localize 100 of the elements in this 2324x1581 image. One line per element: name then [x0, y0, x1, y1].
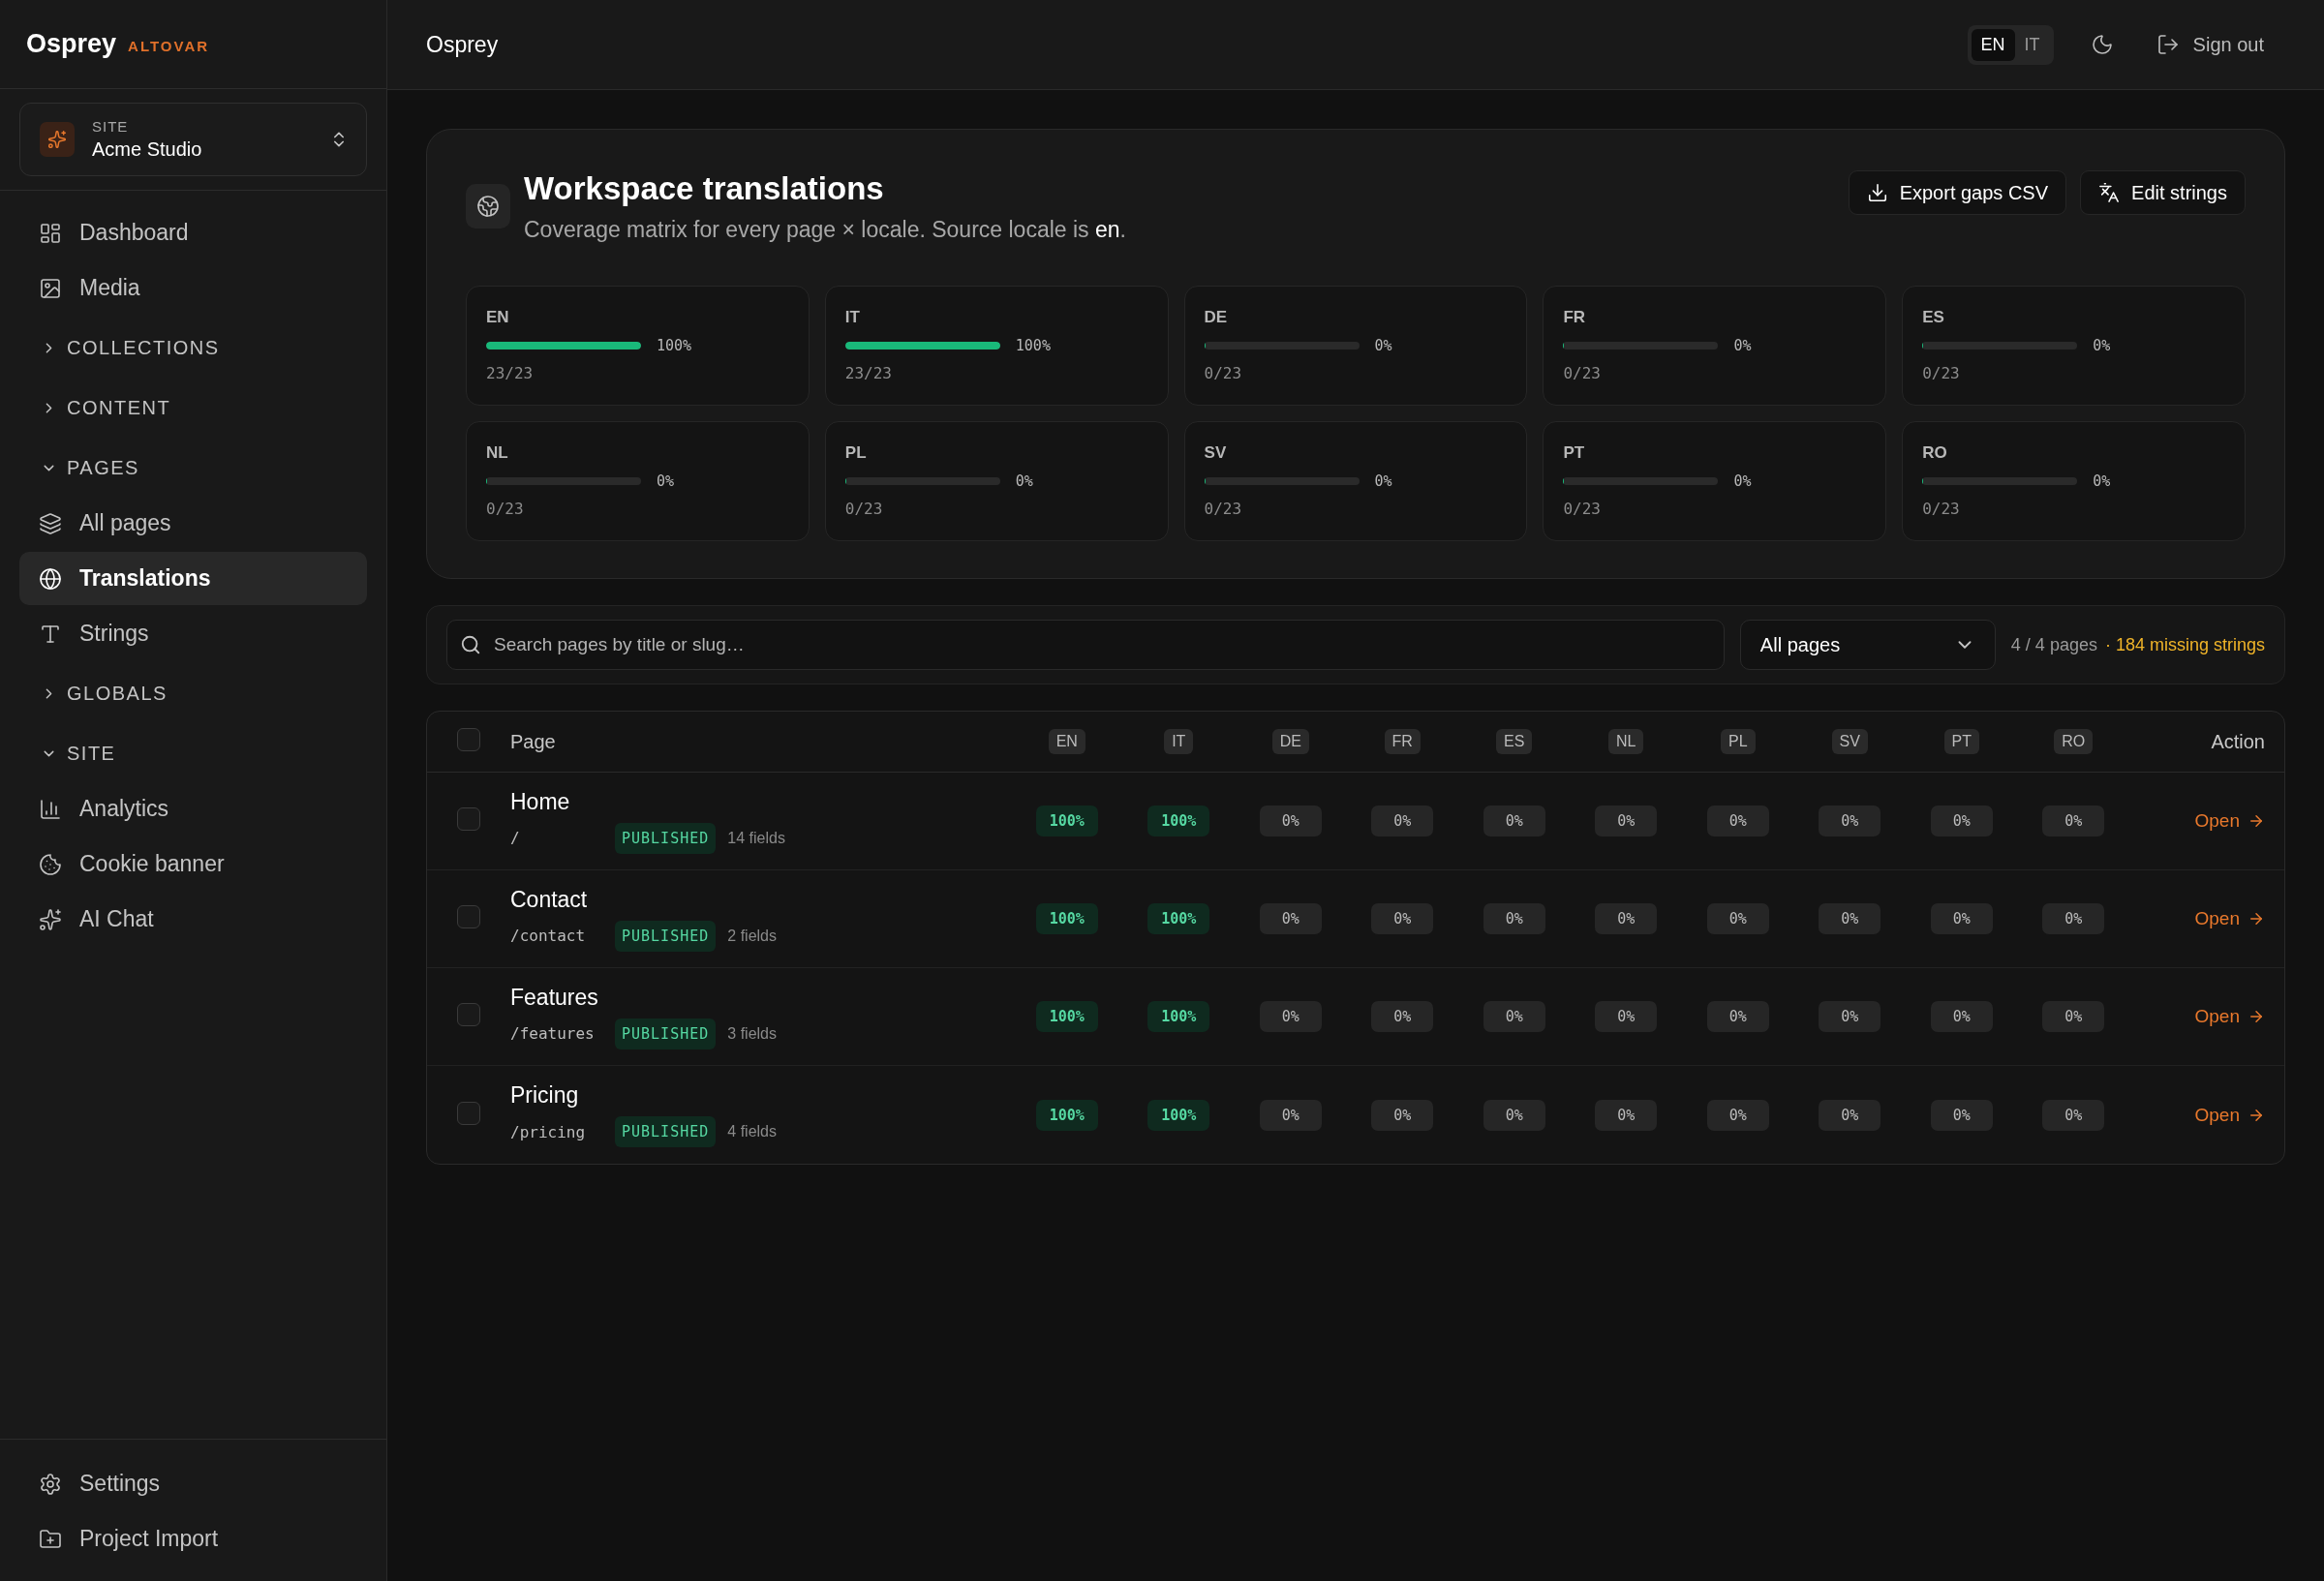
column-header: SV [1831, 729, 1868, 754]
checkbox[interactable] [457, 727, 480, 751]
image-icon [39, 276, 62, 300]
coverage-badge: 100% [1035, 903, 1098, 934]
column-header: Action [2129, 712, 2284, 773]
coverage-badge: 0% [2042, 1001, 2105, 1032]
field-count: 3 fields [727, 1024, 777, 1043]
export-button[interactable]: Export gaps CSV [1848, 170, 2067, 215]
nav-item[interactable]: Project Import [19, 1512, 367, 1566]
coverage-badge: 0% [1259, 903, 1322, 934]
coverage-badge: 0% [1819, 806, 1881, 836]
coverage-badge: 0% [1819, 1099, 1881, 1131]
arrow-right-icon [2248, 910, 2265, 927]
coverage-badge: 0% [1483, 806, 1545, 836]
nav-section[interactable]: PAGES [19, 437, 367, 495]
language-option[interactable]: IT [2014, 28, 2050, 61]
nav-item[interactable]: Media [19, 261, 367, 315]
sign-out-button[interactable]: Sign out [2150, 27, 2270, 62]
coverage-badge: 0% [1930, 806, 1993, 836]
column-header: NL [1608, 729, 1644, 754]
nav-item[interactable]: Translations [19, 552, 367, 605]
brand-tag: ALTOVAR [128, 38, 210, 54]
nav-item[interactable]: Analytics [19, 782, 367, 836]
field-count: 14 fields [727, 829, 785, 847]
open-link[interactable]: Open [2194, 810, 2265, 832]
nav-item[interactable]: Strings [19, 607, 367, 660]
nav-item[interactable]: Dashboard [19, 206, 367, 259]
page-filter-dropdown[interactable]: All pages [1739, 620, 1996, 670]
checkbox[interactable] [457, 905, 480, 928]
locale-code: PT [1563, 443, 1586, 463]
status-badge: PUBLISHED [615, 1018, 717, 1049]
coverage-badge: 100% [1147, 1099, 1210, 1131]
count-label: 23/23 [486, 364, 535, 382]
panel-title: Workspace translations [524, 170, 885, 207]
coverage-badge: 0% [1819, 903, 1881, 934]
coverage-badge: 0% [1259, 1099, 1322, 1131]
brand-name: Osprey [26, 29, 117, 59]
locale-code: ES [1922, 308, 1945, 327]
edit-button[interactable]: Edit strings [2080, 170, 2246, 215]
count-label: 0/23 [1204, 364, 1243, 382]
site-switcher[interactable]: SITE Acme Studio [19, 103, 367, 176]
coverage-badge: 0% [1483, 903, 1545, 934]
sparkles-icon [39, 907, 62, 931]
coverage-badge: 0% [1483, 1099, 1545, 1131]
column-header: FR [1384, 729, 1421, 754]
nav-item[interactable]: Cookie banner [19, 837, 367, 891]
open-link[interactable]: Open [2194, 1006, 2265, 1027]
coverage-badge: 0% [1930, 903, 1993, 934]
column-header: ES [1496, 729, 1533, 754]
page-count: 4 / 4 pages [2010, 634, 2097, 655]
search-field[interactable]: Search pages by title or slug… [446, 620, 1725, 670]
coverage-badge: 100% [1147, 1001, 1210, 1032]
nav-section[interactable]: GLOBALS [19, 662, 367, 720]
column-header: DE [1271, 729, 1309, 754]
percent-label: 0% [1374, 337, 1392, 354]
nav-section[interactable]: CONTENT [19, 377, 367, 435]
nav-section[interactable]: SITE [19, 722, 367, 780]
column-header: IT [1164, 729, 1194, 754]
coverage-badge: 0% [1595, 806, 1658, 836]
nav-item[interactable]: Settings [19, 1457, 367, 1510]
locale-code: DE [1204, 308, 1229, 327]
open-link[interactable]: Open [2194, 1104, 2265, 1126]
coverage-badge: 100% [1035, 806, 1098, 836]
coverage-badge: 0% [1595, 903, 1658, 934]
percent-label: 0% [2093, 472, 2111, 490]
count-label: 0/23 [486, 500, 525, 518]
layers-icon [39, 511, 62, 535]
checkbox[interactable] [457, 1003, 480, 1026]
status-badge: PUBLISHED [615, 1116, 717, 1147]
arrow-right-icon [2248, 1008, 2265, 1025]
coverage-badge: 0% [1930, 1001, 1993, 1032]
missing-count: · 184 missing strings [2104, 634, 2265, 655]
percent-label: 0% [2093, 337, 2111, 354]
checkbox[interactable] [457, 807, 480, 831]
count-label: 23/23 [844, 364, 893, 382]
status-badge: PUBLISHED [615, 822, 717, 854]
search-icon [460, 634, 481, 655]
nav-item[interactable]: All pages [19, 497, 367, 550]
arrow-right-icon [2248, 812, 2265, 830]
locale-code: EN [486, 308, 510, 327]
coverage-badge: 0% [1706, 903, 1769, 934]
locale-code: FR [1563, 308, 1587, 327]
nav-section[interactable]: COLLECTIONS [19, 317, 367, 375]
nav-item[interactable]: AI Chat [19, 893, 367, 946]
coverage-badge: 0% [1259, 1001, 1322, 1032]
page-title: Osprey [426, 31, 500, 58]
percent-label: 0% [1374, 472, 1392, 490]
coverage-badge: 0% [1706, 1001, 1769, 1032]
count-label: 0/23 [844, 500, 884, 518]
dashboard-icon [39, 221, 62, 245]
column-header: PL [1720, 729, 1756, 754]
coverage-badge: 0% [1930, 1099, 1993, 1131]
moon-icon [2090, 33, 2114, 56]
page-slug: /pricing [510, 1122, 587, 1141]
folder-plus-icon [39, 1527, 62, 1551]
checkbox[interactable] [457, 1101, 480, 1125]
percent-label: 100% [657, 337, 692, 354]
language-option[interactable]: EN [1971, 28, 2015, 61]
page-name: Features [510, 984, 598, 1010]
open-link[interactable]: Open [2194, 908, 2265, 929]
